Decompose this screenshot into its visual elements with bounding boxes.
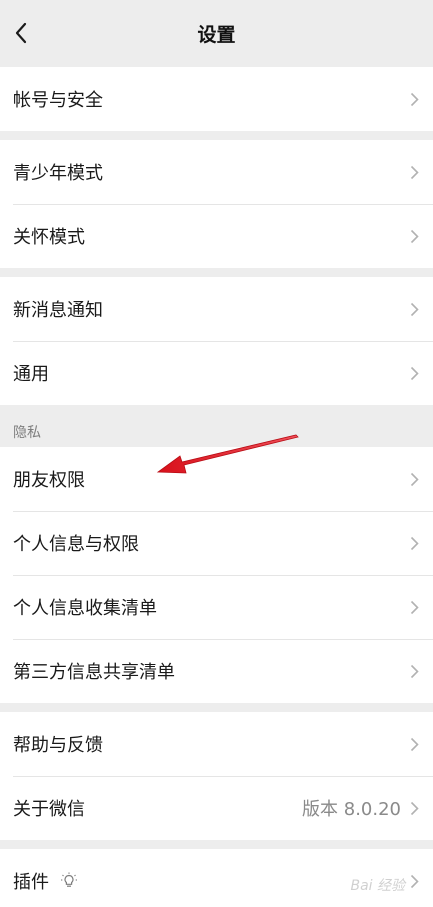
- row-general[interactable]: 通用: [0, 341, 433, 405]
- row-label: 通用: [13, 364, 49, 385]
- row-label: 关于微信: [13, 799, 85, 820]
- row-label: 插件: [13, 872, 49, 893]
- settings-screen: 设置 帐号与安全 青少年模式 关怀模式 新消息通知 通用 隐私 朋友权限 个人信…: [0, 0, 433, 907]
- row-label: 个人信息与权限: [13, 534, 139, 555]
- row-care-mode[interactable]: 关怀模式: [0, 204, 433, 268]
- group-modes: 青少年模式 关怀模式: [0, 140, 433, 268]
- section-label-privacy: 隐私: [13, 425, 41, 441]
- row-label: 帐号与安全: [13, 90, 103, 111]
- row-new-message-notify[interactable]: 新消息通知: [0, 277, 433, 341]
- watermark: Bai 经验: [350, 878, 405, 894]
- row-label: 关怀模式: [13, 227, 85, 248]
- page-title: 设置: [197, 23, 236, 46]
- back-button[interactable]: [6, 18, 36, 48]
- chevron-right-icon: [409, 91, 419, 107]
- group-about: 帮助与反馈 关于微信 版本 8.0.20: [0, 712, 433, 840]
- back-icon: [15, 22, 27, 44]
- row-label: 新消息通知: [13, 300, 103, 321]
- nav-bar: 设置: [0, 0, 433, 66]
- chevron-right-icon: [409, 800, 419, 816]
- row-friend-permissions[interactable]: 朋友权限: [0, 447, 433, 511]
- row-account-security[interactable]: 帐号与安全: [0, 67, 433, 131]
- chevron-right-icon: [409, 535, 419, 551]
- chevron-right-icon: [409, 873, 419, 889]
- chevron-right-icon: [409, 471, 419, 487]
- chevron-right-icon: [409, 599, 419, 615]
- chevron-right-icon: [409, 736, 419, 752]
- chevron-right-icon: [409, 365, 419, 381]
- group-general: 新消息通知 通用: [0, 277, 433, 405]
- row-label: 帮助与反馈: [13, 735, 103, 756]
- row-label: 第三方信息共享清单: [13, 662, 175, 683]
- chevron-right-icon: [409, 663, 419, 679]
- chevron-right-icon: [409, 228, 419, 244]
- group-account: 帐号与安全: [0, 67, 433, 131]
- row-third-party-sharing[interactable]: 第三方信息共享清单: [0, 639, 433, 703]
- version-value: 版本 8.0.20: [302, 799, 401, 820]
- row-personal-info-collection[interactable]: 个人信息收集清单: [0, 575, 433, 639]
- row-label: 朋友权限: [13, 470, 85, 491]
- row-label: 个人信息收集清单: [13, 598, 157, 619]
- group-privacy: 朋友权限 个人信息与权限 个人信息收集清单 第三方信息共享清单: [0, 447, 433, 703]
- chevron-right-icon: [409, 164, 419, 180]
- chevron-right-icon: [409, 301, 419, 317]
- row-about-wechat[interactable]: 关于微信 版本 8.0.20: [0, 776, 433, 840]
- row-teen-mode[interactable]: 青少年模式: [0, 140, 433, 204]
- row-label: 青少年模式: [13, 163, 103, 184]
- row-personal-info-permissions[interactable]: 个人信息与权限: [0, 511, 433, 575]
- row-help-feedback[interactable]: 帮助与反馈: [0, 712, 433, 776]
- lightbulb-icon: [59, 871, 79, 891]
